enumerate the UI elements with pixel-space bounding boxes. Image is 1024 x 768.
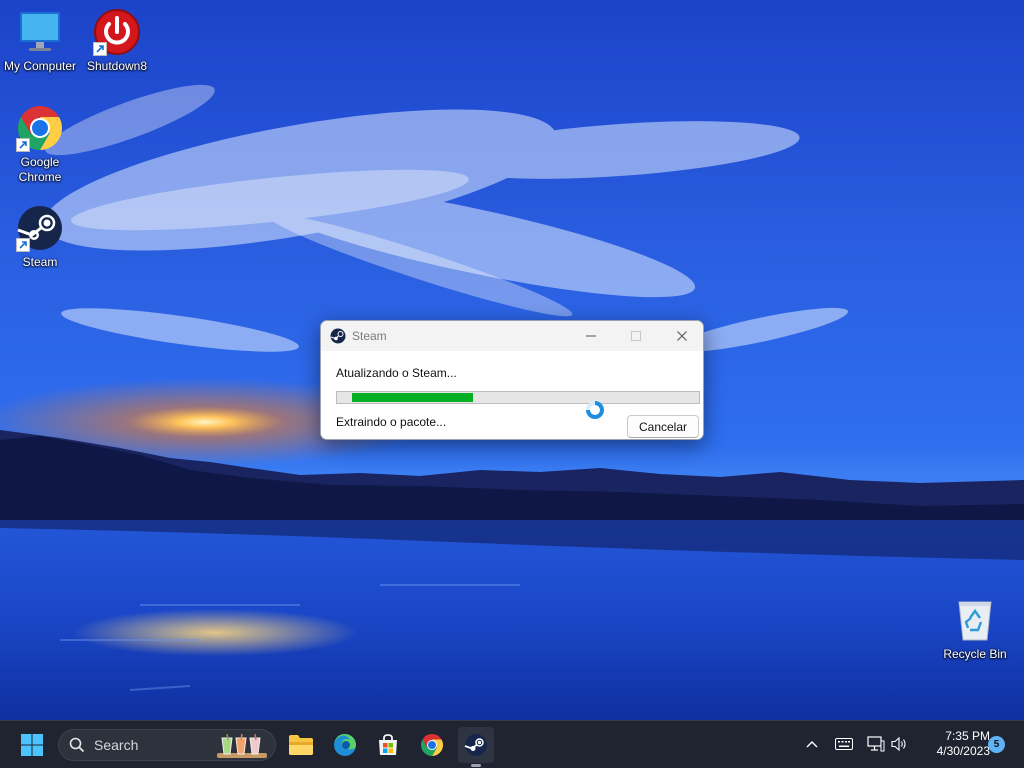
taskbar: Search 7:35 PM 4/30/2023 5 xyxy=(0,720,1024,768)
network-button[interactable] xyxy=(865,733,887,755)
chrome-icon xyxy=(421,734,443,756)
start-button[interactable] xyxy=(14,727,50,763)
close-icon xyxy=(677,331,687,341)
dialog-body: Atualizando o Steam... Extraindo o pacot… xyxy=(321,351,703,439)
volume-button[interactable] xyxy=(889,733,911,755)
shortcut-arrow-icon xyxy=(16,238,30,252)
edge-icon xyxy=(334,734,356,756)
busy-cursor-icon xyxy=(585,400,605,420)
search-icon xyxy=(69,737,85,753)
recycle-bin-icon xyxy=(951,596,999,644)
windows-logo-icon xyxy=(21,734,43,756)
power-button-icon xyxy=(93,8,141,56)
chevron-up-icon xyxy=(806,741,818,748)
chrome-icon xyxy=(16,104,64,152)
notification-badge[interactable]: 5 xyxy=(988,736,1005,753)
monitor-icon xyxy=(16,8,64,56)
taskbar-microsoft-store[interactable] xyxy=(370,727,406,763)
store-bag-icon xyxy=(379,734,397,755)
taskbar-clock[interactable]: 7:35 PM 4/30/2023 xyxy=(918,729,990,759)
steam-icon xyxy=(16,204,64,252)
desktop-icon-google-chrome[interactable]: Google Chrome xyxy=(0,104,80,185)
show-hidden-icons-button[interactable] xyxy=(801,733,823,755)
taskbar-steam[interactable] xyxy=(458,727,494,763)
desktop-icon-recycle-bin[interactable]: Recycle Bin xyxy=(935,596,1015,662)
maximize-button xyxy=(613,321,659,351)
minimize-icon xyxy=(586,335,596,337)
taskbar-search-box[interactable]: Search xyxy=(58,729,276,761)
desktop-icon-shutdown8[interactable]: Shutdown8 xyxy=(77,8,157,74)
desktop-icon-label: Steam xyxy=(22,255,58,269)
input-indicator-button[interactable] xyxy=(833,733,855,755)
close-button[interactable] xyxy=(659,321,703,351)
keyboard-icon xyxy=(835,738,853,750)
clock-time: 7:35 PM xyxy=(945,729,990,743)
steam-running-indicator xyxy=(471,764,481,767)
progress-bar xyxy=(336,391,700,404)
substatus-text: Extraindo o pacote... xyxy=(336,415,447,429)
speaker-icon xyxy=(891,736,906,752)
shortcut-arrow-icon xyxy=(16,138,30,152)
clock-date: 4/30/2023 xyxy=(936,744,990,758)
search-highlight-drinks-icon xyxy=(215,732,269,760)
status-text: Atualizando o Steam... xyxy=(336,366,457,380)
dialog-title: Steam xyxy=(352,329,387,343)
desktop-icon-my-computer[interactable]: My Computer xyxy=(0,8,80,74)
minimize-button[interactable] xyxy=(568,321,614,351)
search-placeholder: Search xyxy=(94,737,139,753)
steam-logo-icon xyxy=(330,328,346,344)
desktop-icon-label: Shutdown8 xyxy=(86,59,148,73)
maximize-icon xyxy=(631,331,641,341)
steam-icon xyxy=(464,734,487,756)
taskbar-google-chrome[interactable] xyxy=(414,727,450,763)
taskbar-edge[interactable] xyxy=(327,727,363,763)
desktop-icon-label: Google Chrome xyxy=(18,155,62,184)
steam-update-dialog: Steam Atualizando o Steam... Extraindo o… xyxy=(320,320,704,440)
progress-bar-fill xyxy=(352,393,473,402)
desktop-icon-label: Recycle Bin xyxy=(943,647,1007,661)
desktop-icon-steam[interactable]: Steam xyxy=(0,204,80,270)
cancel-button[interactable]: Cancelar xyxy=(627,415,699,438)
folder-icon xyxy=(289,735,313,755)
taskbar-file-explorer[interactable] xyxy=(283,727,319,763)
network-icon xyxy=(867,736,885,752)
shortcut-arrow-icon xyxy=(93,42,107,56)
desktop-icon-label: My Computer xyxy=(3,59,77,73)
